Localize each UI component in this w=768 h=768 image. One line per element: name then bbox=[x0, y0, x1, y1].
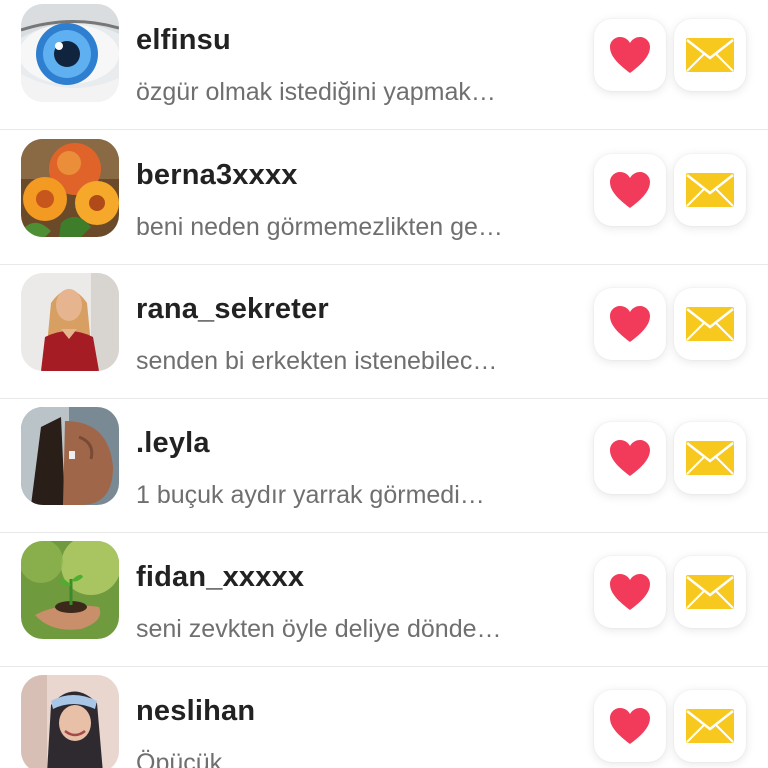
message-preview: 1 buçuk aydır yarrak görmedi… bbox=[136, 481, 485, 509]
message-button[interactable] bbox=[674, 154, 746, 226]
envelope-icon bbox=[686, 173, 734, 207]
avatar[interactable] bbox=[21, 407, 119, 505]
woman-red-dress-photo bbox=[21, 273, 119, 371]
contact-row[interactable]: fidan_xxxxx seni zevkten öyle deliye dön… bbox=[0, 533, 768, 667]
heart-icon bbox=[610, 708, 650, 744]
like-button[interactable] bbox=[594, 422, 666, 494]
like-button[interactable] bbox=[594, 556, 666, 628]
avatar[interactable] bbox=[21, 675, 119, 768]
avatar[interactable] bbox=[21, 541, 119, 639]
username[interactable]: elfinsu bbox=[136, 24, 231, 57]
avatar[interactable] bbox=[21, 139, 119, 237]
like-button[interactable] bbox=[594, 19, 666, 91]
message-button[interactable] bbox=[674, 690, 746, 762]
contact-row[interactable]: berna3xxxx beni neden görmemezlikten ge… bbox=[0, 131, 768, 265]
heart-icon bbox=[610, 574, 650, 610]
like-button[interactable] bbox=[594, 154, 666, 226]
message-button[interactable] bbox=[674, 288, 746, 360]
message-button[interactable] bbox=[674, 19, 746, 91]
eye-photo bbox=[21, 4, 119, 102]
envelope-icon bbox=[686, 441, 734, 475]
envelope-icon bbox=[686, 575, 734, 609]
envelope-icon bbox=[686, 38, 734, 72]
contact-list: elfinsu özgür olmak istediğini yapmak… b… bbox=[0, 0, 768, 768]
contact-row[interactable]: .leyla 1 buçuk aydır yarrak görmedi… bbox=[0, 399, 768, 533]
contact-row[interactable]: rana_sekreter senden bi erkekten isteneb… bbox=[0, 265, 768, 399]
avatar[interactable] bbox=[21, 4, 119, 102]
username[interactable]: rana_sekreter bbox=[136, 293, 329, 326]
peaches-photo bbox=[21, 139, 119, 237]
message-button[interactable] bbox=[674, 422, 746, 494]
username[interactable]: .leyla bbox=[136, 427, 210, 460]
like-button[interactable] bbox=[594, 690, 666, 762]
message-preview: seni zevkten öyle deliye dönde… bbox=[136, 615, 502, 643]
message-preview: özgür olmak istediğini yapmak… bbox=[136, 78, 496, 106]
heart-icon bbox=[610, 37, 650, 73]
avatar[interactable] bbox=[21, 273, 119, 371]
woman-profile-photo bbox=[21, 407, 119, 505]
envelope-icon bbox=[686, 307, 734, 341]
like-button[interactable] bbox=[594, 288, 666, 360]
message-preview: Öpücük bbox=[136, 749, 223, 768]
contact-row[interactable]: elfinsu özgür olmak istediğini yapmak… bbox=[0, 0, 768, 130]
username[interactable]: neslihan bbox=[136, 695, 255, 728]
contact-row[interactable]: neslihan Öpücük bbox=[0, 667, 768, 768]
message-preview: beni neden görmemezlikten ge… bbox=[136, 213, 503, 241]
heart-icon bbox=[610, 306, 650, 342]
heart-icon bbox=[610, 172, 650, 208]
sapling-hands-photo bbox=[21, 541, 119, 639]
username[interactable]: berna3xxxx bbox=[136, 159, 298, 192]
heart-icon bbox=[610, 440, 650, 476]
message-preview: senden bi erkekten istenebilec… bbox=[136, 347, 498, 375]
username[interactable]: fidan_xxxxx bbox=[136, 561, 304, 594]
message-button[interactable] bbox=[674, 556, 746, 628]
woman-hijab-photo bbox=[21, 675, 119, 768]
envelope-icon bbox=[686, 709, 734, 743]
